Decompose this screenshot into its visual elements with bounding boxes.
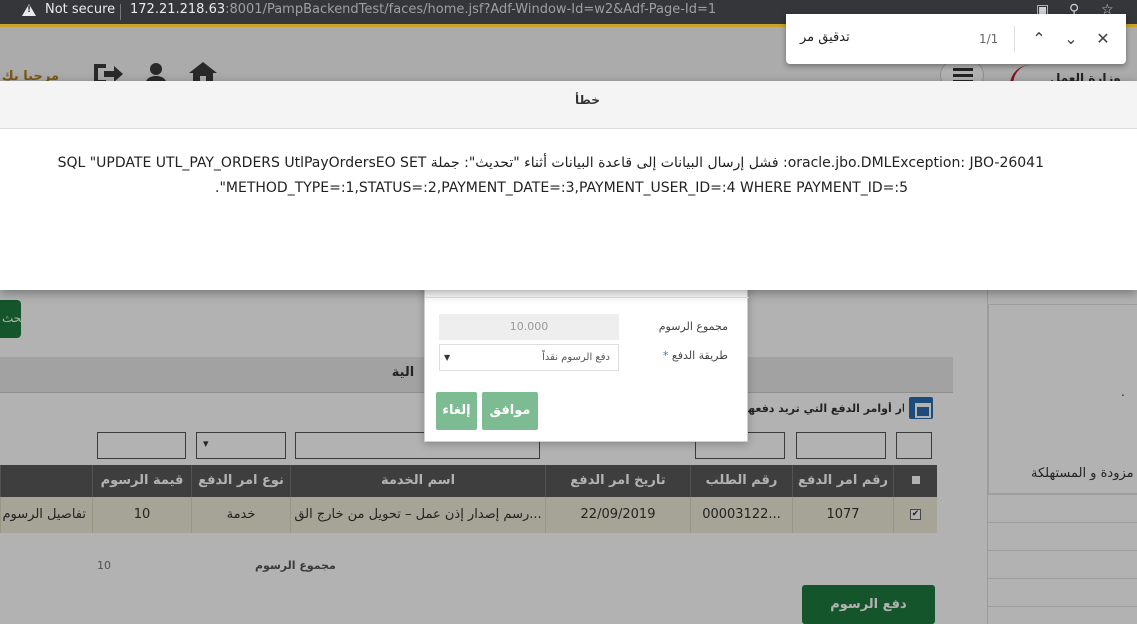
- error-message-line2: METHOD_TYPE=:1,STATUS=:2,PAYMENT_DATE=:3…: [215, 180, 908, 196]
- total-fees-field: 10.000: [439, 314, 619, 340]
- payment-dialog-divider: [425, 297, 749, 298]
- not-secure-label[interactable]: Not secure: [45, 2, 115, 17]
- warning-mark: !: [27, 5, 32, 15]
- payment-method-label-text: طريقة الدفع: [671, 349, 728, 362]
- address-bar[interactable]: 172.21.218.63:8001/PampBackendTest/faces…: [130, 2, 716, 17]
- total-fees-label: مجموع الرسوم: [658, 320, 728, 333]
- find-previous-button[interactable]: ⌃: [1027, 26, 1051, 52]
- error-dialog: خطأ oracle.jbo.DMLException: JBO-26041: …: [0, 81, 1137, 290]
- find-match-count: 1/1: [979, 32, 999, 46]
- find-separator: [1014, 26, 1015, 52]
- find-in-page-bar: تدقيق مر 1/1 ⌃ ⌄ ✕: [786, 14, 1126, 64]
- find-next-button[interactable]: ⌄: [1059, 26, 1083, 52]
- payment-method-value: دفع الرسوم نقداً: [542, 352, 610, 363]
- cancel-button[interactable]: إلغاء: [436, 392, 477, 430]
- required-mark: *: [662, 349, 669, 362]
- find-close-button[interactable]: ✕: [1091, 26, 1115, 52]
- find-input[interactable]: تدقيق مر: [800, 30, 850, 45]
- payment-method-label: * طريقة الدفع: [663, 349, 728, 362]
- error-message-line1: oracle.jbo.DMLException: JBO-26041: فشل …: [57, 155, 1044, 171]
- payment-method-select[interactable]: ▼ دفع الرسوم نقداً: [439, 344, 619, 371]
- error-dialog-title: خطأ: [575, 93, 600, 107]
- address-divider: [120, 4, 121, 20]
- url-path: :8001/PampBackendTest/faces/home.jsf?Adf…: [225, 2, 717, 17]
- url-host: 172.21.218.63: [130, 2, 226, 17]
- payment-dialog: مجموع الرسوم 10.000 * طريقة الدفع ▼ دفع ا…: [424, 280, 749, 442]
- chevron-down-icon: ▼: [444, 353, 451, 362]
- error-dialog-titlebar[interactable]: خطأ: [0, 81, 1137, 129]
- ok-button[interactable]: موافق: [482, 392, 538, 430]
